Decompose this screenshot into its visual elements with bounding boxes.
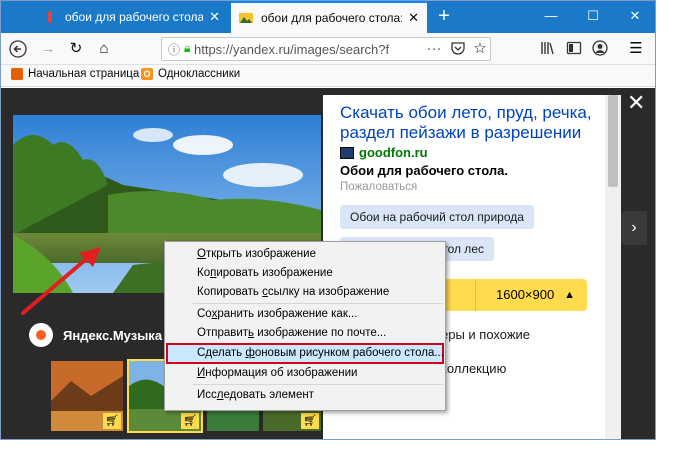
menu-separator (193, 303, 443, 304)
collection-link[interactable]: коллекцию (441, 361, 506, 376)
yandex-icon (48, 11, 52, 23)
tab-2[interactable]: обои для рабочего стола: 9 т ✕ (231, 1, 427, 33)
panel-title-link[interactable]: Скачать обои лето, пруд, речка, раздел п… (340, 103, 600, 143)
annotation-arrow-icon (21, 247, 101, 315)
browser-window: обои для рабочего стола — Я ✕ обои для р… (0, 0, 656, 440)
menu-open-image[interactable]: Открыть изображение (165, 245, 445, 264)
url-text: https://yandex.ru/images/search?f (194, 41, 390, 57)
forward-arrow-icon[interactable]: → (39, 40, 57, 58)
thumbnail-1[interactable]: 🛒︎ (51, 361, 123, 431)
site-favicon-icon (340, 146, 354, 159)
panel-scrollbar[interactable] (605, 95, 621, 439)
close-viewer-icon[interactable]: ✕ (627, 92, 645, 114)
tab-1[interactable]: обои для рабочего стола — Я ✕ (35, 1, 228, 33)
bookmark-home[interactable]: Начальная страница (11, 68, 139, 80)
size-select[interactable]: 1600×900 ▲ (475, 279, 587, 311)
bookmark-ok-label: Одноклассники (158, 68, 241, 80)
reload-icon[interactable]: ↻ (67, 40, 85, 58)
bookmark-star-icon[interactable]: ☆ (471, 40, 489, 58)
music-promo[interactable]: Яндекс.Музыка во (29, 323, 181, 347)
menu-save-image-as[interactable]: Сохранить изображение как... (165, 305, 445, 324)
sidebar-shape (566, 41, 582, 55)
library-icon[interactable] (539, 40, 557, 58)
info-icon[interactable]: ⓘ (168, 41, 180, 58)
menu-copy-image[interactable]: Копировать изображение (165, 264, 445, 283)
menu-separator (193, 384, 443, 385)
page-actions-icon[interactable]: ··· (425, 40, 443, 58)
select-arrows-icon: ▲ (564, 289, 575, 301)
tab-2-title: обои для рабочего стола: 9 т (261, 11, 403, 25)
size-value: 1600×900 (496, 287, 555, 302)
context-menu: Открыть изображение Копировать изображен… (164, 241, 446, 411)
yandex-music-icon (29, 323, 53, 347)
odnoklassniki-icon: О (141, 68, 153, 80)
tab-1-close-icon[interactable]: ✕ (209, 9, 220, 25)
cart-icon[interactable]: 🛒︎ (103, 413, 121, 429)
lock-icon[interactable]: 🔒︎ (184, 41, 190, 56)
home-icon[interactable]: ⌂ (95, 40, 113, 58)
cart-icon[interactable]: 🛒︎ (181, 413, 199, 429)
scrollbar-thumb[interactable] (608, 95, 618, 187)
menu-icon[interactable]: ☰ (627, 40, 645, 58)
sidebar-icon[interactable] (565, 40, 583, 58)
tab-2-close-icon[interactable]: ✕ (408, 10, 419, 26)
library-shape (541, 42, 554, 55)
bookmark-ok[interactable]: О Одноклассники (141, 68, 240, 80)
account-shape (592, 40, 608, 56)
back-button[interactable] (9, 40, 27, 58)
bookmark-home-label: Начальная страница (28, 68, 140, 80)
menu-email-image[interactable]: Отправить изображение по почте... (165, 324, 445, 343)
close-window-icon[interactable]: ✕ (625, 8, 645, 24)
firefox-icon (11, 68, 23, 80)
cart-icon[interactable]: 🛒︎ (301, 413, 319, 429)
next-image-arrow-icon[interactable]: › (621, 211, 647, 245)
maximize-icon[interactable]: ☐ (583, 8, 603, 24)
menu-copy-image-link[interactable]: Копировать ссылку на изображение (165, 283, 445, 302)
account-icon[interactable] (591, 40, 609, 58)
minimize-icon[interactable]: — (541, 8, 561, 23)
tag-button-nature[interactable]: Обои на рабочий стол природа (340, 205, 534, 229)
bookmarks-bar: Начальная страница О Одноклассники (1, 65, 655, 87)
tab-1-title: обои для рабочего стола — Я (65, 10, 204, 24)
menu-set-desktop-background[interactable]: Сделать фоновым рисунком рабочего стола.… (166, 343, 444, 364)
site-name: goodfon.ru (359, 145, 428, 160)
image-icon (239, 13, 253, 23)
menu-view-image-info[interactable]: Информация об изображении (165, 364, 445, 383)
site-link[interactable]: goodfon.ru (340, 145, 428, 160)
navigation-bar: → ↻ ⌂ ⓘ 🔒︎ https://yandex.ru/images/sear… (1, 33, 655, 65)
panel-description: Обои для рабочего стола. (340, 163, 508, 178)
complain-link[interactable]: Пожаловаться (340, 181, 417, 193)
tab-bar: обои для рабочего стола — Я ✕ обои для р… (1, 1, 655, 33)
back-arrow-icon (9, 40, 27, 58)
new-tab-button[interactable]: + (433, 6, 455, 28)
similar-link[interactable]: еры и похожие (441, 327, 530, 342)
pocket-icon[interactable] (449, 40, 467, 58)
menu-inspect-element[interactable]: Исследовать элемент (165, 386, 445, 405)
pocket-shape (451, 42, 465, 55)
